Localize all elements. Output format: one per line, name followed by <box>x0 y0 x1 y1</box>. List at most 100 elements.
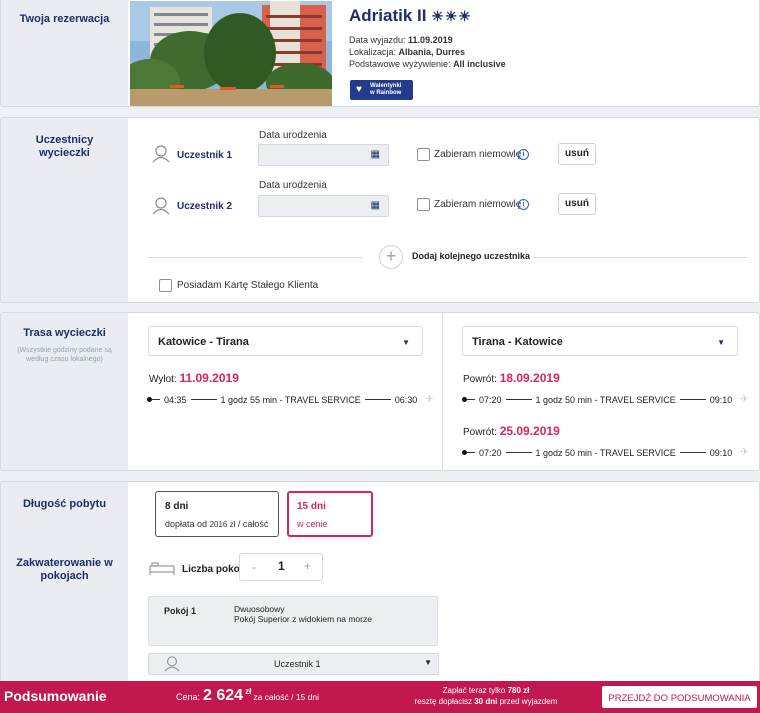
participants-label-column: Uczestnicy wycieczki <box>1 118 128 302</box>
airplane-icon: ✈ <box>740 394 749 405</box>
remove-label: usuń <box>565 148 589 159</box>
flight-info: 1 godz 55 min - TRAVEL SERVICE <box>220 394 361 405</box>
hotel-name: Adriatik II <box>349 6 427 25</box>
location-label: Lokalizacja: <box>349 47 397 57</box>
return-date-row: Powrót: 25.09.2019 <box>463 424 560 438</box>
loyalty-card-checkbox[interactable] <box>159 279 172 292</box>
board-value: All inclusive <box>453 59 506 69</box>
pay-now-amount: 780 zł <box>507 686 530 695</box>
remove-label: usuń <box>565 198 589 209</box>
info-icon[interactable]: i <box>518 149 529 160</box>
valentines-badge[interactable]: ♥ Walentynki w Rainbow <box>350 80 413 100</box>
surcharge-label: dopłata od <box>165 519 208 529</box>
remove-participant-button[interactable]: usuń <box>558 193 596 215</box>
arrival-time: 06:30 <box>394 394 418 405</box>
stay-option-8-days[interactable]: 8 dni dopłata od 2016 zł / całość <box>155 491 279 537</box>
departure-time: 07:20 <box>479 447 502 458</box>
rooms-label: Zakwaterowanie w pokojach <box>16 557 113 582</box>
return-date: 18.09.2019 <box>499 371 560 385</box>
price-note: za całość / 15 dni <box>253 692 319 702</box>
participant-name: Uczestnik 1 <box>177 150 233 161</box>
calendar-icon[interactable]: ▦ <box>371 200 380 211</box>
birth-date-input[interactable]: ▦ <box>258 144 389 166</box>
airplane-icon: ✈ <box>425 394 434 405</box>
flight-info: 1 godz 50 min - TRAVEL SERVICE <box>535 447 676 458</box>
stay-option-subtitle: dopłata od 2016 zł / całość <box>165 519 268 529</box>
person-icon <box>151 145 171 168</box>
add-participant-label: Dodaj kolejnego uczestnika <box>412 251 531 261</box>
return-route-select[interactable]: Tirana - Katowice ▼ <box>462 326 738 356</box>
room-name: Pokój 1 <box>164 606 197 616</box>
route-section: Trasa wycieczki (Wszystkie godziny podan… <box>0 312 760 471</box>
price-value: 2 624 <box>203 687 244 704</box>
plus-circle-icon: + <box>379 245 403 269</box>
payment-info: Zapłać teraz tylko 780 zł resztę dopłaci… <box>395 685 577 707</box>
departure-time: 07:20 <box>479 394 502 405</box>
infant-checkbox[interactable] <box>417 198 430 211</box>
price-currency: zł <box>245 687 252 696</box>
reservation-label: Twoja rezerwacja <box>19 13 110 25</box>
summary-title: Podsumowanie <box>4 688 107 704</box>
decrement-button[interactable]: - <box>252 560 256 574</box>
birth-date-label: Data urodzenia <box>259 180 327 191</box>
hotel-photo <box>130 1 332 106</box>
flight-info: 1 godz 50 min - TRAVEL SERVICE <box>535 394 676 405</box>
participants-label: Uczestnicy wycieczki <box>35 134 94 159</box>
stay-option-title: 8 dni <box>165 501 189 512</box>
info-icon[interactable]: i <box>518 199 529 210</box>
airplane-icon: ✈ <box>740 447 749 458</box>
return-date-row: Powrót: 18.09.2019 <box>463 371 560 385</box>
room-count-value: 1 <box>278 559 285 573</box>
go-to-summary-button[interactable]: PRZEJDŹ DO PODSUMOWANIA <box>602 686 757 708</box>
divider-left <box>148 257 362 258</box>
remove-participant-button[interactable]: usuń <box>558 143 596 165</box>
departure-label: Data wyjazdu: <box>349 35 406 45</box>
stay-length-label: Długość pobytu <box>22 498 107 510</box>
return-date-label: Powrót: <box>463 374 497 385</box>
hotel-details: Data wyjazdu: 11.09.2019 Lokalizacja: Al… <box>349 34 506 70</box>
reservation-label-column: Twoja rezerwacja <box>1 0 128 106</box>
room-participant-value: Uczestnik 1 <box>274 659 321 669</box>
infant-label: Zabieram niemowlę <box>434 149 522 160</box>
outbound-flight-line: 04:35 1 godz 55 min - TRAVEL SERVICE 06:… <box>147 394 434 405</box>
route-label: Trasa wycieczki <box>23 327 106 339</box>
pay-now-label: Zapłać teraz tylko <box>442 686 506 695</box>
stay-label-column: Długość pobytu Zakwaterowanie w pokojach <box>1 482 128 690</box>
person-icon <box>151 197 171 220</box>
return-flight-line: 07:20 1 godz 50 min - TRAVEL SERVICE 09:… <box>462 447 749 458</box>
badge-line-2: w Rainbow <box>370 90 402 96</box>
calendar-icon[interactable]: ▦ <box>371 149 380 160</box>
birth-date-label: Data urodzenia <box>259 130 327 141</box>
infant-label: Zabieram niemowlę <box>434 199 522 210</box>
departure-time: 04:35 <box>164 394 187 405</box>
room-count-label: Liczba pokoi <box>182 564 243 575</box>
participant-name: Uczestnik 2 <box>177 201 233 212</box>
location-value: Albania, Durres <box>398 47 466 57</box>
room-count-stepper[interactable]: - 1 + <box>239 553 323 581</box>
increment-button[interactable]: + <box>304 559 311 573</box>
board-label: Podstawowe wyżywienie: <box>349 59 451 69</box>
add-participant-button[interactable]: + Dodaj kolejnego uczestnika <box>379 245 531 269</box>
room-type: Dwuosobowy <box>234 604 285 614</box>
bed-icon <box>149 560 175 581</box>
arrival-time: 09:10 <box>709 447 733 458</box>
booking-page: Twoja rezerwacja Adriatik II ☀☀☀ Data wy… <box>0 0 760 713</box>
pay-rest-suffix: przed wyjazdem <box>499 697 558 706</box>
outbound-date-row: Wylot: 11.09.2019 <box>149 371 239 385</box>
return-date: 25.09.2019 <box>499 424 560 438</box>
room-description: Pokój Superior z widokiem na morze <box>234 614 372 624</box>
summary-bar: Podsumowanie Cena: 2 624 zł za całość / … <box>0 681 760 713</box>
infant-checkbox[interactable] <box>417 148 430 161</box>
participants-section: Uczestnicy wycieczki Uczestnik 1 Data ur… <box>0 117 760 303</box>
outbound-route-select[interactable]: Katowice - Tirana ▼ <box>148 326 423 356</box>
birth-date-input[interactable]: ▦ <box>258 195 389 217</box>
surcharge-suffix: / całość <box>237 519 269 529</box>
loyalty-card-label: Posiadam Kartę Stałego Klienta <box>177 280 319 291</box>
stay-option-15-days[interactable]: 15 dni w cenie <box>287 491 373 537</box>
hotel-stars-icon: ☀☀☀ <box>431 8 472 24</box>
price-label: Cena: <box>176 692 201 702</box>
pay-rest-days: 30 dni <box>474 697 498 706</box>
room-participant-select[interactable]: Uczestnik 1 ▼ <box>148 653 439 675</box>
arrival-time: 09:10 <box>709 394 733 405</box>
outbound-route-value: Katowice - Tirana <box>158 336 249 348</box>
